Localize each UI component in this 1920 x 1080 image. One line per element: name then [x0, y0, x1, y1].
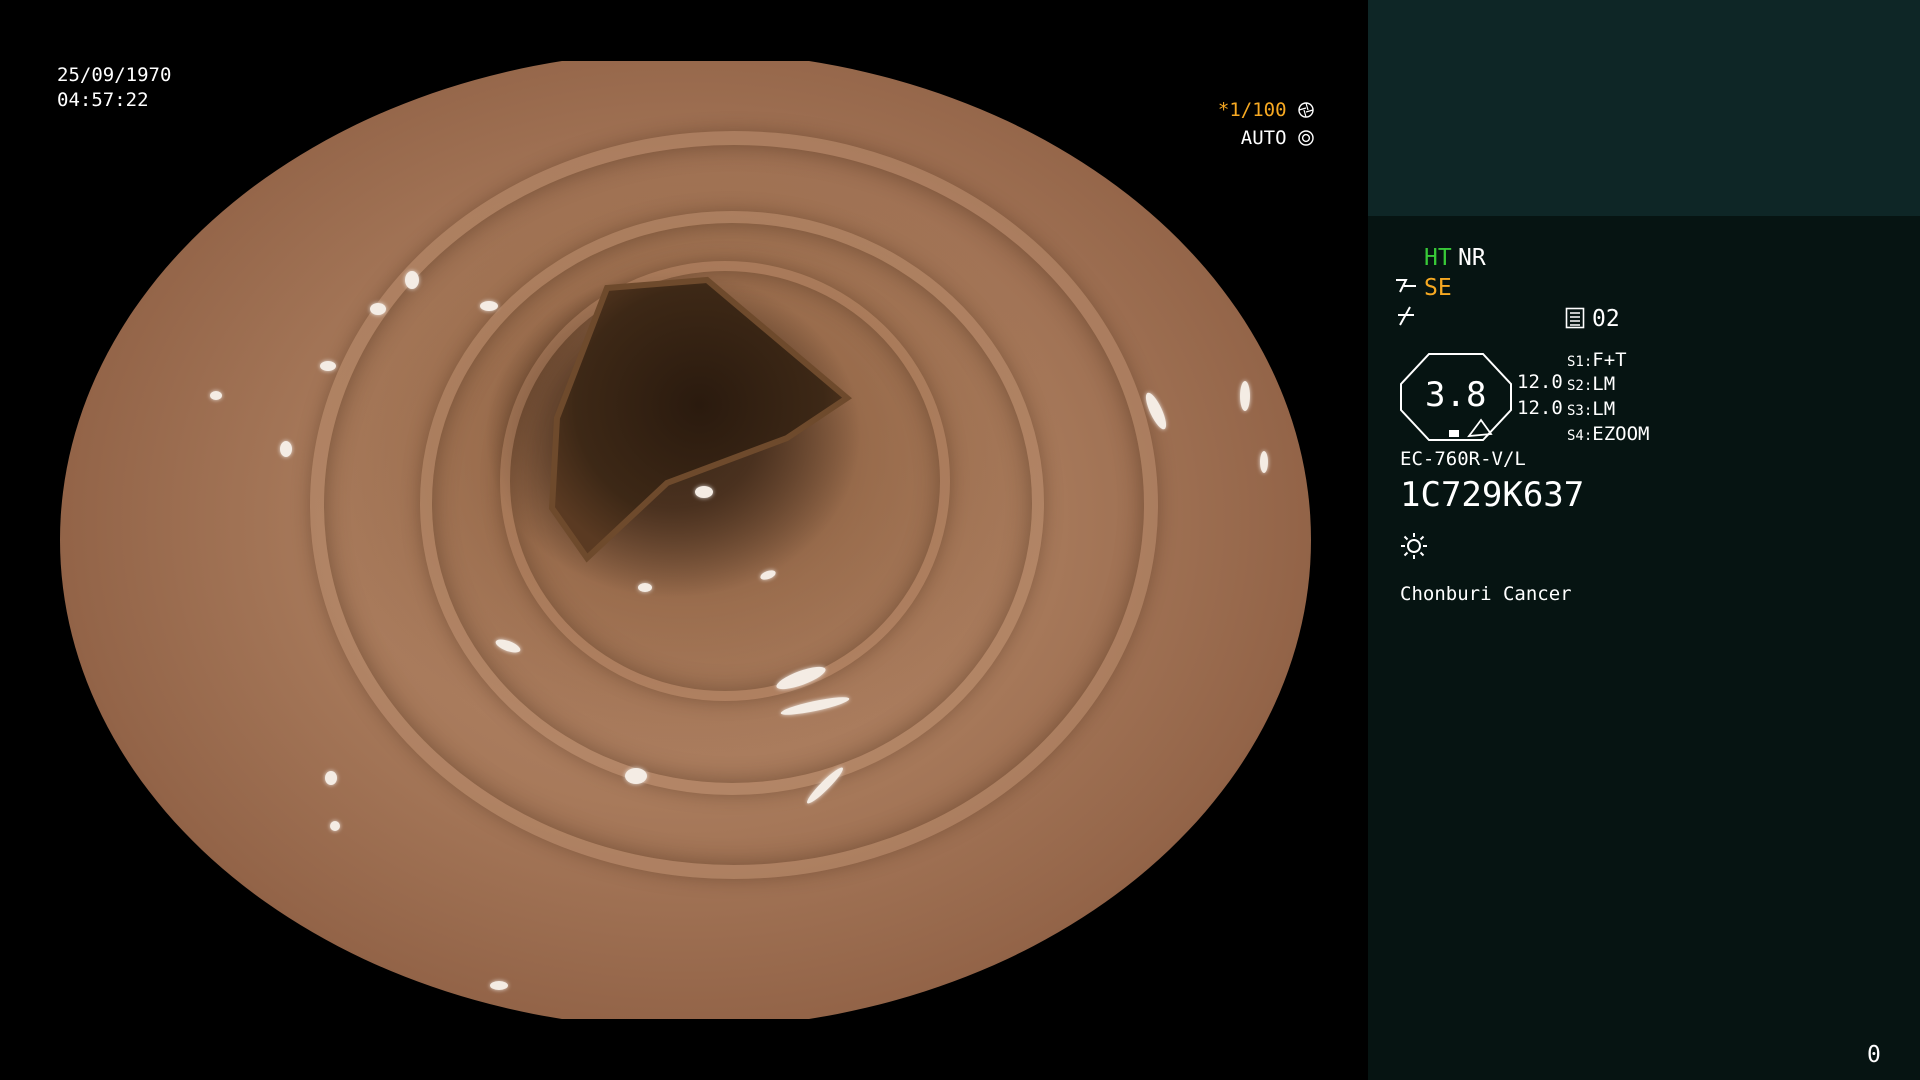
setting-value-1: 12.0: [1517, 371, 1563, 393]
frame-counter: 0: [1867, 1042, 1881, 1068]
scope-serial-number: 1C729K637: [1400, 475, 1585, 515]
status-panel: HT NR SE 02 3.8 12.0 12.0 S1:F+T S2:LM S…: [1368, 0, 1920, 1080]
hospital-name: Chonburi Cancer: [1400, 583, 1572, 605]
scope-switch-3: S3:LM: [1567, 400, 1615, 419]
shutter-marker: *: [1217, 99, 1230, 121]
specular-highlight: [638, 583, 652, 592]
specular-highlight: [280, 441, 292, 457]
specular-highlight: [480, 301, 498, 311]
setting-value-2: 12.0: [1517, 397, 1563, 419]
scope-switch-1: S1:F+T: [1567, 351, 1627, 370]
hyper-tone-indicator: HT: [1424, 245, 1452, 271]
scope-switch-2: S2:LM: [1567, 375, 1615, 394]
patient-info-area: [1368, 0, 1920, 216]
scope-model: EC-760R-V/L: [1400, 448, 1526, 470]
iris-mode-value: AUTO: [1240, 127, 1287, 149]
shutter-speed-value: 1/100: [1229, 99, 1287, 121]
color-enhance-icon: [1398, 306, 1414, 326]
shutter-speed: *1/100: [1218, 101, 1314, 120]
structure-enhance-icon: [1396, 279, 1416, 293]
scope-switch-4: S4:EZOOM: [1567, 425, 1650, 444]
specular-highlight: [405, 271, 419, 289]
noise-reduction-indicator: NR: [1458, 245, 1486, 271]
specular-highlight: [1260, 451, 1268, 473]
specular-highlight: [490, 981, 508, 990]
switch-value: EZOOM: [1592, 423, 1650, 445]
exam-time: 04:57:22: [57, 89, 149, 111]
memory-card-icon: [1565, 307, 1585, 329]
memory-number: 02: [1592, 306, 1620, 332]
specular-highlight: [330, 821, 340, 831]
endoscopic-view: [60, 61, 1311, 1019]
switch-value: LM: [1592, 373, 1616, 395]
specular-highlight: [320, 361, 336, 371]
iris-mode: AUTO: [1241, 129, 1314, 148]
structure-enhance-indicator: SE: [1424, 275, 1452, 301]
exam-date: 25/09/1970: [57, 64, 172, 86]
iris-icon: [1298, 130, 1314, 146]
specular-highlight: [1240, 381, 1250, 411]
specular-highlight: [210, 391, 222, 400]
colon-lumen: [548, 276, 852, 563]
switch-key: S4:: [1567, 428, 1593, 444]
sun-icon: [1401, 533, 1427, 559]
switch-key: S2:: [1567, 378, 1593, 394]
specular-highlight: [625, 768, 647, 784]
gauge-value: 3.8: [1425, 375, 1487, 415]
endoscopy-screen: 25/09/1970 04:57:22 *1/100 AUTO HT NR SE: [0, 0, 1920, 1080]
specular-highlight: [325, 771, 337, 785]
specular-highlight: [695, 486, 713, 498]
switch-value: F+T: [1592, 349, 1627, 371]
aperture-icon: [1298, 102, 1314, 118]
switch-key: S1:: [1567, 354, 1593, 370]
specular-highlight: [370, 303, 386, 315]
switch-value: LM: [1592, 398, 1616, 420]
switch-key: S3:: [1567, 403, 1593, 419]
